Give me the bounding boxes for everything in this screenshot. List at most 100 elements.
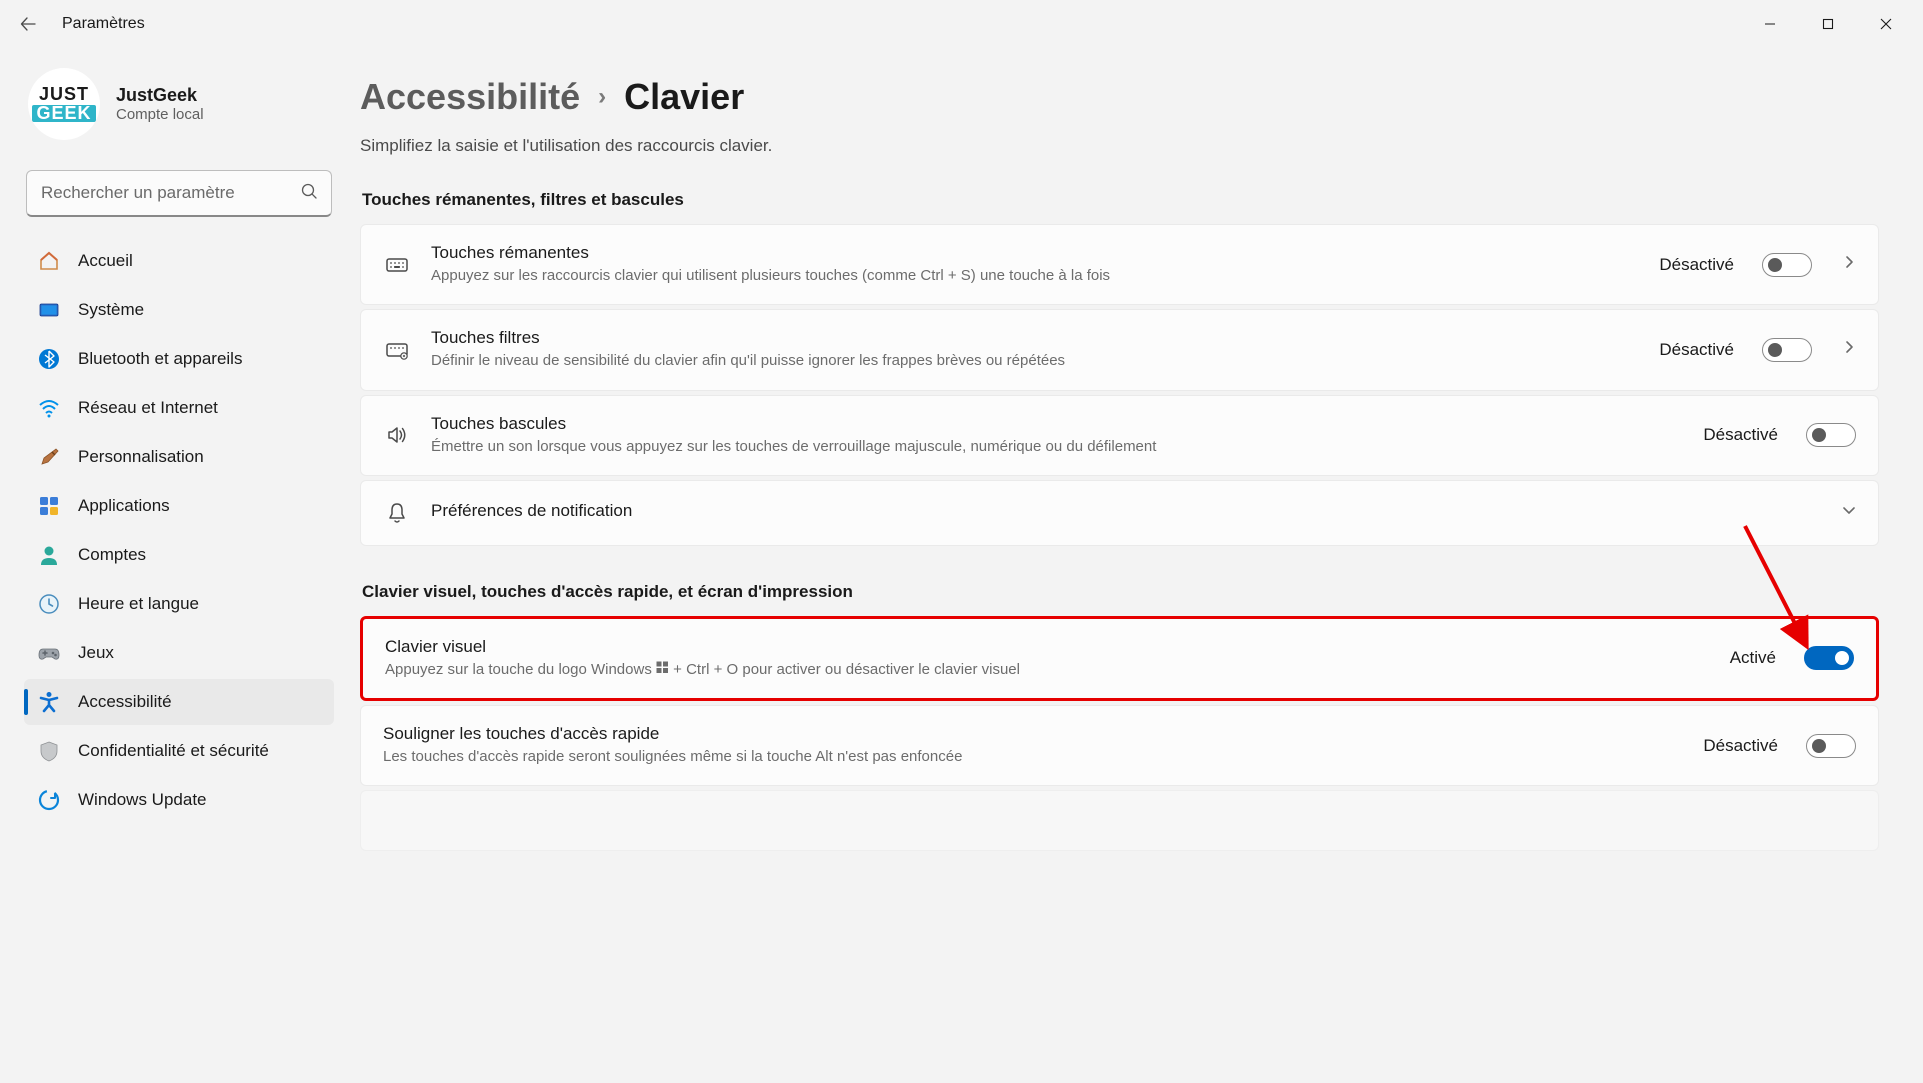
- card-description: Définir le niveau de sensibilité du clav…: [431, 351, 1639, 371]
- sidebar-item-label: Comptes: [78, 545, 146, 565]
- maximize-button[interactable]: [1799, 4, 1857, 44]
- sidebar-item-label: Réseau et Internet: [78, 398, 218, 418]
- apps-icon: [38, 495, 60, 517]
- sidebar-item-label: Accueil: [78, 251, 133, 271]
- wifi-icon: [38, 397, 60, 419]
- sidebar-item-personalization[interactable]: Personnalisation: [24, 434, 334, 480]
- main-content: Accessibilité › Clavier Simplifiez la sa…: [350, 48, 1923, 1083]
- back-button[interactable]: [8, 4, 48, 44]
- card-title: Touches bascules: [431, 414, 1683, 434]
- toggle-state-label: Désactivé: [1659, 340, 1734, 360]
- sidebar-item-label: Bluetooth et appareils: [78, 349, 242, 369]
- sidebar-item-label: Système: [78, 300, 144, 320]
- card-description: Appuyez sur les raccourcis clavier qui u…: [431, 266, 1639, 286]
- card-title: .: [383, 809, 1856, 829]
- toggle-switch[interactable]: [1806, 423, 1856, 447]
- sidebar-item-update[interactable]: Windows Update: [24, 777, 334, 823]
- card-toggle-keys[interactable]: Touches bascules Émettre un son lorsque …: [360, 395, 1879, 476]
- sidebar-item-label: Applications: [78, 496, 170, 516]
- toggle-switch[interactable]: [1762, 253, 1812, 277]
- search-icon: [301, 183, 318, 205]
- bell-icon: [383, 499, 411, 527]
- bluetooth-icon: [38, 348, 60, 370]
- profile-block[interactable]: JUST GEEK JustGeek Compte local: [24, 48, 334, 166]
- person-icon: [38, 544, 60, 566]
- close-icon: [1880, 18, 1892, 30]
- windows-logo-icon: [656, 660, 669, 680]
- card-description: Émettre un son lorsque vous appuyez sur …: [431, 437, 1683, 457]
- toggle-switch[interactable]: [1804, 646, 1854, 670]
- card-underline-access-keys[interactable]: Souligner les touches d'accès rapide Les…: [360, 705, 1879, 786]
- shield-icon: [38, 740, 60, 762]
- card-description: Appuyez sur la touche du logo Windows + …: [385, 660, 1710, 680]
- card-group-osk: Clavier visuel Appuyez sur la touche du …: [360, 616, 1879, 852]
- update-icon: [38, 789, 60, 811]
- toggle-state-label: Activé: [1730, 648, 1776, 668]
- keyboard-cog-icon: [383, 336, 411, 364]
- arrow-left-icon: [20, 16, 36, 32]
- sidebar-item-apps[interactable]: Applications: [24, 483, 334, 529]
- card-title: Clavier visuel: [385, 637, 1710, 657]
- sidebar-item-accounts[interactable]: Comptes: [24, 532, 334, 578]
- close-button[interactable]: [1857, 4, 1915, 44]
- sidebar-item-label: Jeux: [78, 643, 114, 663]
- toggle-state-label: Désactivé: [1659, 255, 1734, 275]
- section-heading: Touches rémanentes, filtres et bascules: [362, 190, 1879, 210]
- sound-icon: [383, 421, 411, 449]
- toggle-switch[interactable]: [1762, 338, 1812, 362]
- page-description: Simplifiez la saisie et l'utilisation de…: [360, 136, 1879, 156]
- app-title: Paramètres: [62, 15, 145, 33]
- toggle-switch[interactable]: [1806, 734, 1856, 758]
- sidebar-item-accessibility[interactable]: Accessibilité: [24, 679, 334, 725]
- card-partial-cutoff[interactable]: .: [360, 790, 1879, 851]
- brush-icon: [38, 446, 60, 468]
- toggle-state-label: Désactivé: [1703, 425, 1778, 445]
- gamepad-icon: [38, 642, 60, 664]
- minimize-button[interactable]: [1741, 4, 1799, 44]
- card-notification-prefs[interactable]: Préférences de notification: [360, 480, 1879, 546]
- accessibility-icon: [38, 691, 60, 713]
- sidebar-item-privacy[interactable]: Confidentialité et sécurité: [24, 728, 334, 774]
- card-description: Les touches d'accès rapide seront soulig…: [383, 747, 1683, 767]
- chevron-down-icon: [1842, 503, 1856, 522]
- sidebar-item-system[interactable]: Système: [24, 287, 334, 333]
- sidebar-item-gaming[interactable]: Jeux: [24, 630, 334, 676]
- sidebar-item-label: Personnalisation: [78, 447, 204, 467]
- nav: Accueil Système Bluetooth et appareils R…: [24, 235, 334, 1083]
- search-input[interactable]: [26, 170, 332, 217]
- card-sticky-keys[interactable]: Touches rémanentes Appuyez sur les racco…: [360, 224, 1879, 305]
- sidebar-item-label: Confidentialité et sécurité: [78, 741, 269, 761]
- avatar: JUST GEEK: [28, 68, 100, 140]
- clock-icon: [38, 593, 60, 615]
- sidebar-item-label: Windows Update: [78, 790, 207, 810]
- avatar-text-bottom: GEEK: [32, 105, 95, 122]
- minimize-icon: [1764, 18, 1776, 30]
- breadcrumb-parent[interactable]: Accessibilité: [360, 76, 580, 118]
- titlebar: Paramètres: [0, 0, 1923, 48]
- card-title: Souligner les touches d'accès rapide: [383, 724, 1683, 744]
- keyboard-icon: [383, 251, 411, 279]
- sidebar-item-time[interactable]: Heure et langue: [24, 581, 334, 627]
- card-filter-keys[interactable]: Touches filtres Définir le niveau de sen…: [360, 309, 1879, 390]
- window-controls: [1741, 4, 1915, 44]
- sidebar-item-label: Heure et langue: [78, 594, 199, 614]
- card-title: Touches filtres: [431, 328, 1639, 348]
- sidebar: JUST GEEK JustGeek Compte local Accueil: [0, 48, 350, 1083]
- toggle-state-label: Désactivé: [1703, 736, 1778, 756]
- search-box: [26, 170, 332, 217]
- chevron-right-icon: ›: [598, 83, 606, 111]
- maximize-icon: [1822, 18, 1834, 30]
- card-onscreen-keyboard[interactable]: Clavier visuel Appuyez sur la touche du …: [360, 616, 1879, 701]
- avatar-text-top: JUST: [32, 86, 95, 103]
- sidebar-item-home[interactable]: Accueil: [24, 238, 334, 284]
- card-title: Touches rémanentes: [431, 243, 1639, 263]
- breadcrumb-current: Clavier: [624, 76, 744, 118]
- section-heading: Clavier visuel, touches d'accès rapide, …: [362, 582, 1879, 602]
- card-title: Préférences de notification: [431, 501, 1812, 521]
- chevron-right-icon: [1842, 255, 1856, 274]
- profile-name: JustGeek: [116, 85, 204, 106]
- sidebar-item-bluetooth[interactable]: Bluetooth et appareils: [24, 336, 334, 382]
- profile-account-type: Compte local: [116, 106, 204, 123]
- chevron-right-icon: [1842, 340, 1856, 359]
- sidebar-item-network[interactable]: Réseau et Internet: [24, 385, 334, 431]
